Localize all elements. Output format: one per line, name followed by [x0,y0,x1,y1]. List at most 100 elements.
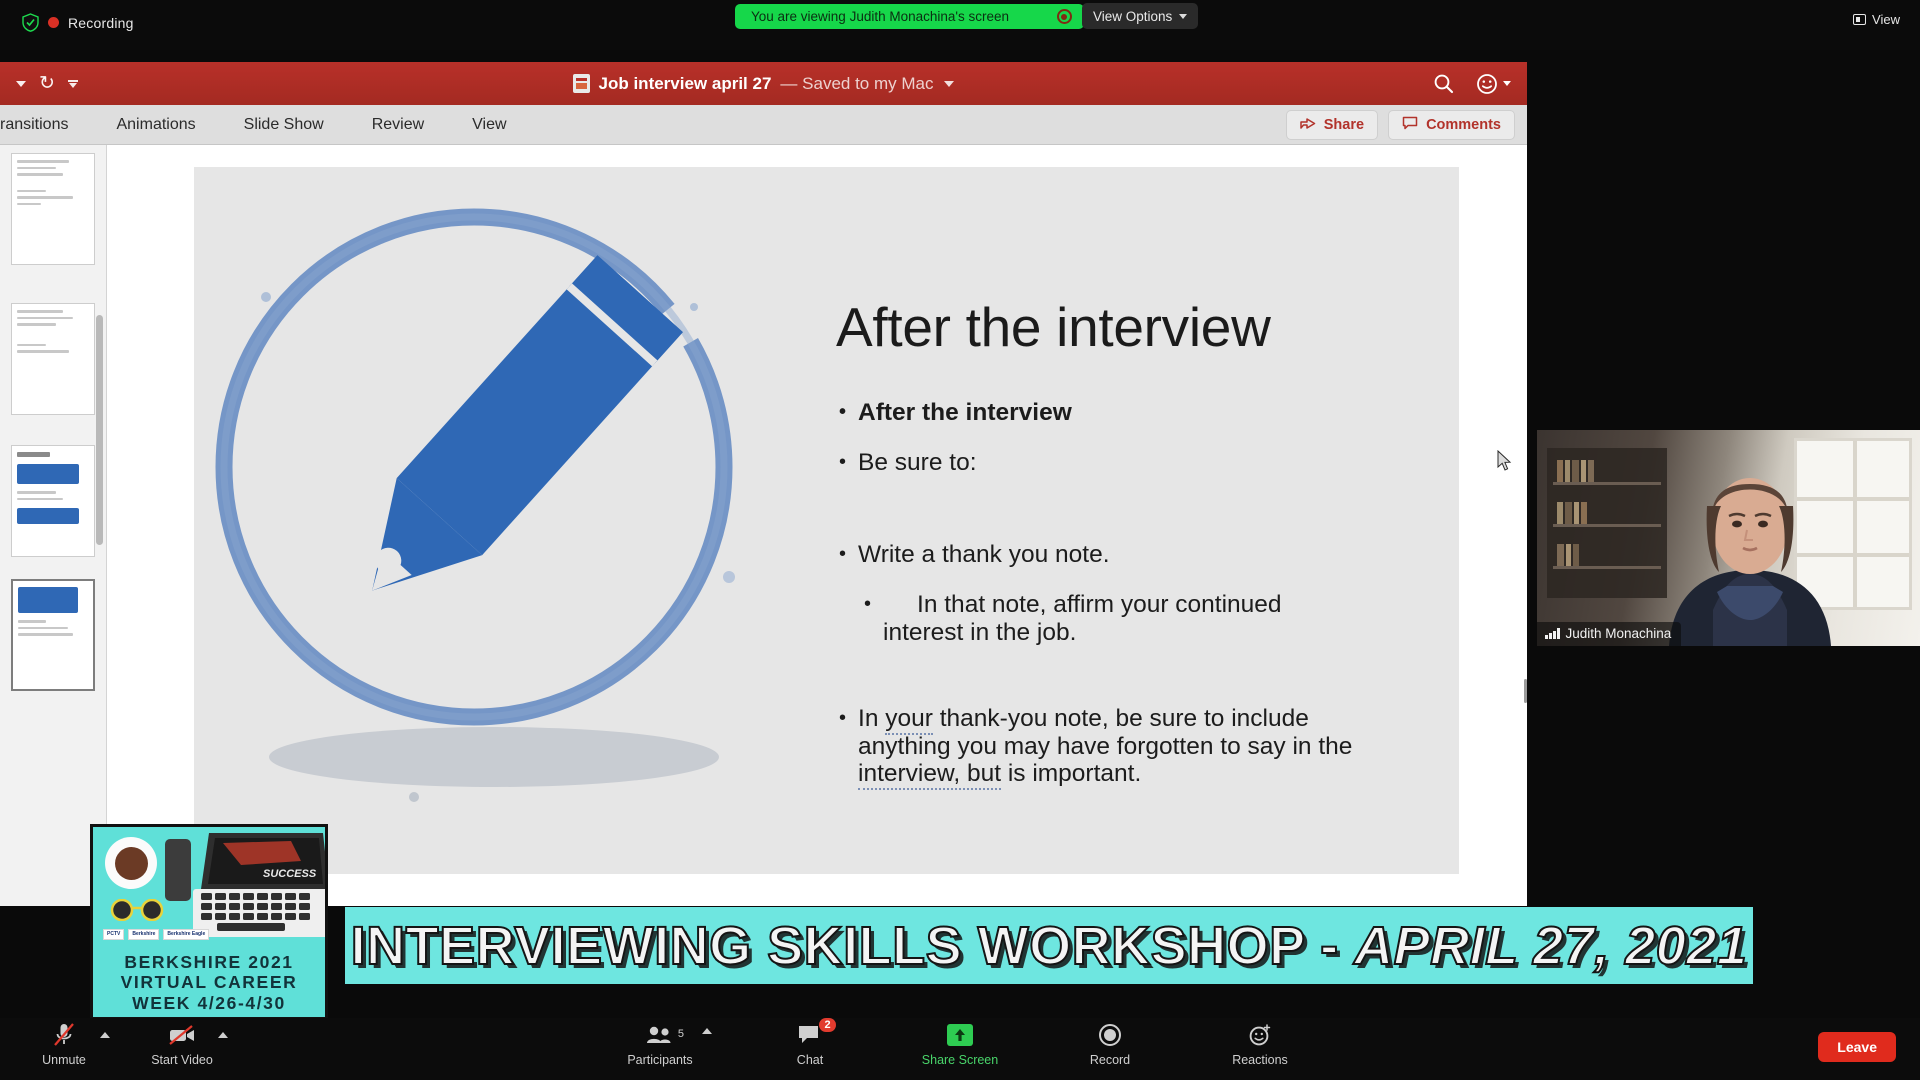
sponsor-logo-berkshire: Berkshire [128,929,160,941]
ribbon-collapse-icon[interactable] [16,80,26,87]
slide-bullet: • Write a thank you note. [839,541,1359,569]
zoom-meeting-window: Recording You are viewing Judith Monachi… [0,0,1920,1080]
pane-divider[interactable] [1524,679,1527,703]
sunglasses-icon [107,898,169,922]
ribbon-tab-review[interactable]: Review [348,116,448,134]
slide-bullet-text: Be sure to: [858,448,977,476]
slide-thumbnail[interactable] [11,303,95,415]
participants-button[interactable]: 5 Participants [618,1022,712,1067]
view-layout-button[interactable]: View [1853,12,1900,27]
zoom-top-bar: Recording You are viewing Judith Monachi… [0,0,1920,50]
flyer-text-block: BERKSHIRE 2021 VIRTUAL CAREER WEEK 4/26-… [93,952,325,1013]
pencil-illustration-icon [194,167,794,817]
slide-bullet: • After the interview [839,399,1359,427]
workshop-banner-date: APRIL 27, 2021 [1353,915,1748,977]
audio-bars-icon [1545,628,1560,639]
document-title-group: Job interview april 27 — Saved to my Mac [0,62,1527,105]
view-layout-icon [1853,14,1867,25]
participants-icon [645,1022,675,1048]
leave-meeting-button[interactable]: Leave [1818,1032,1896,1062]
flyer-line-3: WEEK 4/26-4/30 [132,992,286,1013]
mouse-cursor-icon [1497,449,1513,477]
participant-name-label: Judith Monachina [1537,622,1682,646]
slide-thumbnail-panel[interactable] [0,145,107,906]
sponsor-logo-pctv: PCTV [103,929,125,941]
spellcheck-word-your: your [885,704,933,735]
share-screen-icon [947,1022,973,1048]
slide-body-text[interactable]: • After the interview • Be sure to: • Wr… [839,399,1359,810]
record-button[interactable]: Record [1068,1022,1152,1067]
security-shield-icon [22,13,39,32]
flyer-line-1: BERKSHIRE 2021 [124,951,294,972]
share-screen-label: Share Screen [921,1053,999,1067]
bullet-dot-icon: • [839,542,847,565]
career-week-flyer: SUCCESS PCTV Berkshire Berkshire Eagle B… [90,824,328,1020]
slide-title[interactable]: After the interview [836,295,1271,359]
final-post: is important. [1001,760,1142,788]
workshop-banner-main: INTERVIEWING SKILLS WORKSHOP - [350,915,1355,977]
powerpoint-file-icon [572,74,590,93]
search-icon[interactable] [1433,73,1454,94]
document-title: Job interview april 27 [598,73,772,93]
bullet-dot-icon: • [864,592,872,615]
ribbon-tab-slide-show[interactable]: Slide Show [220,116,348,134]
bullet-dot-icon: • [839,401,847,423]
document-menu-chevron-icon[interactable] [944,80,955,87]
recording-indicator: Recording [22,13,134,32]
slide-final-paragraph: In your thank-you note, be sure to inclu… [858,704,1359,791]
viewing-screen-text: You are viewing Judith Monachina's scree… [751,9,1009,24]
sponsor-logo-eagle: Berkshire Eagle [163,929,210,941]
view-options-button[interactable]: View Options [1082,3,1199,29]
view-options-label: View Options [1093,8,1173,24]
viewing-screen-banner: You are viewing Judith Monachina's scree… [735,4,1084,29]
reactions-label: Reactions [1232,1053,1288,1067]
screen-share-status-icon [1056,9,1072,24]
share-icon [1300,116,1316,134]
workshop-banner-text: INTERVIEWING SKILLS WORKSHOP - APRIL 27,… [350,915,1748,977]
slide-thumbnail-selected[interactable] [11,579,95,691]
current-slide[interactable]: After the interview • After the intervie… [194,167,1459,874]
comment-bubble-icon [1402,116,1418,134]
comments-button-label: Comments [1426,116,1501,133]
ribbon-tab-view[interactable]: View [448,116,530,134]
document-save-state: — Saved to my Mac [780,73,934,93]
powerpoint-title-bar: ↻ Job interview april 27 — Saved to my M… [0,62,1527,105]
spellcheck-word-interview-but: interview, but [858,760,1002,791]
bullet-dot-icon: • [839,706,847,729]
slide-bullet: • Be sure to: [839,449,1359,477]
chat-button[interactable]: 2 Chat [768,1018,852,1067]
share-screen-button[interactable]: Share Screen [918,1022,1002,1067]
bullet-dot-icon: • [839,450,847,473]
participants-label: Participants [627,1053,693,1067]
final-mid: thank-you note, be sure to include anyth… [858,704,1353,760]
chat-unread-badge: 2 [819,1018,836,1032]
slide-thumbnail[interactable] [11,445,95,557]
account-smiley-button[interactable] [1476,73,1511,95]
smiley-icon [1476,73,1498,95]
quick-access-dropdown-icon[interactable] [67,79,78,88]
chat-label: Chat [796,1053,824,1067]
participant-video-tile[interactable]: Judith Monachina [1537,430,1920,646]
thumbnail-scrollbar[interactable] [96,315,103,545]
ribbon-tab-animations[interactable]: Animations [92,116,219,134]
slide-editing-stage: After the interview • After the intervie… [107,145,1527,906]
ribbon-tab-transitions[interactable]: ransitions [0,116,92,134]
final-pre: In [858,704,886,732]
bookshelf-decor [1547,448,1667,598]
reactions-button[interactable]: Reactions [1218,1022,1302,1067]
slide-sub-bullet-text: In that note, affirm your continued inte… [883,590,1282,646]
share-button[interactable]: Share [1285,109,1379,140]
powerpoint-body: After the interview • After the intervie… [0,145,1527,906]
share-button-label: Share [1323,116,1365,133]
comments-button[interactable]: Comments [1388,109,1515,140]
slide-sub-bullet: • In that note, affirm your continued in… [839,591,1359,647]
record-icon [1098,1022,1122,1048]
slide-thumbnail[interactable] [11,153,95,265]
slide-bullet-text: After the interview [858,399,1072,426]
smartphone-icon [165,839,191,901]
undo-icon[interactable]: ↻ [39,74,55,93]
participants-chevron-icon[interactable] [702,1028,712,1034]
record-label: Record [1089,1053,1131,1067]
participant-webcam-image [1655,460,1845,646]
